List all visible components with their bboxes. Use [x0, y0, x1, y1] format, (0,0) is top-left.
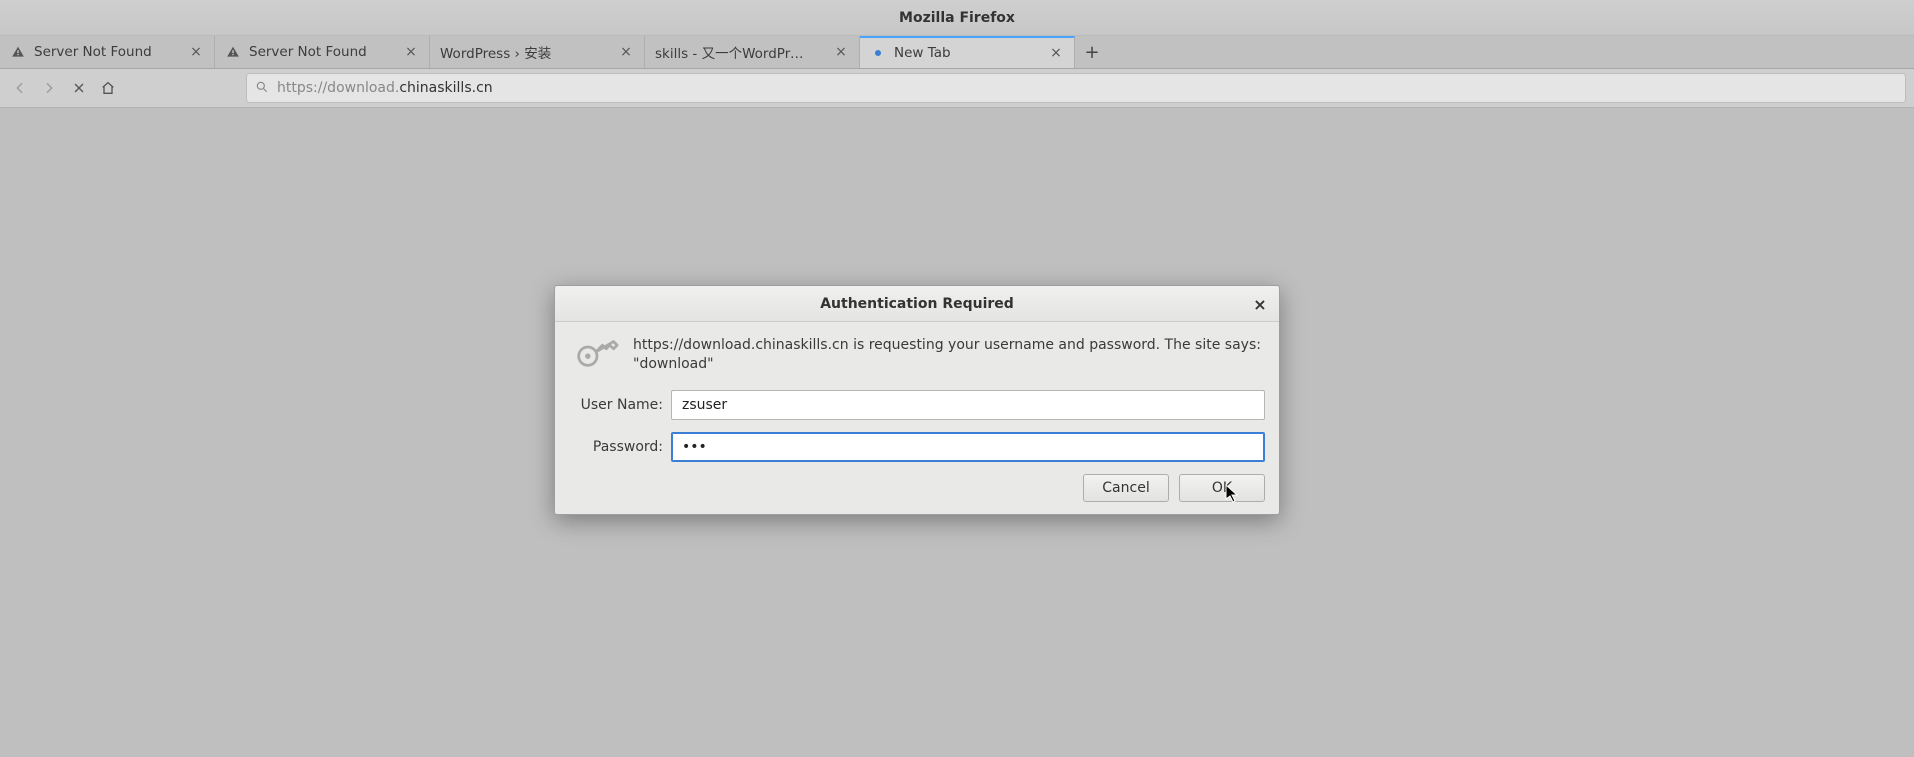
warning-icon: [10, 44, 26, 60]
window-title-bar: Mozilla Firefox: [0, 0, 1914, 36]
tab-label: Server Not Found: [249, 44, 367, 60]
url-bar[interactable]: https://download.chinaskills.cn: [246, 73, 1906, 103]
tab-wordpress-install[interactable]: WordPress › 安装 ×: [430, 36, 645, 68]
tab-label: WordPress › 安装: [440, 42, 551, 62]
url-text: https://download.chinaskills.cn: [277, 80, 493, 96]
ok-button[interactable]: OK: [1179, 474, 1265, 502]
back-button[interactable]: [8, 74, 32, 102]
dialog-title-bar: Authentication Required ×: [555, 286, 1279, 322]
password-label: Password:: [569, 439, 663, 455]
stop-button[interactable]: [67, 74, 91, 102]
loading-icon: [870, 45, 886, 61]
tab-skills-wordpress[interactable]: skills - 又一个WordPress站 ×: [645, 36, 860, 68]
tab-label: Server Not Found: [34, 44, 152, 60]
username-input[interactable]: [671, 390, 1265, 420]
tab-new-tab[interactable]: New Tab ×: [860, 36, 1075, 68]
close-icon[interactable]: ×: [833, 44, 849, 60]
auth-dialog: Authentication Required × https://downlo…: [554, 285, 1280, 515]
nav-toolbar: https://download.chinaskills.cn: [0, 69, 1914, 108]
close-icon[interactable]: ×: [403, 44, 419, 60]
tab-label: skills - 又一个WordPress站: [655, 42, 810, 62]
window-title: Mozilla Firefox: [899, 10, 1015, 26]
close-icon[interactable]: ×: [1048, 45, 1064, 61]
dialog-title: Authentication Required: [820, 296, 1014, 312]
tab-server-not-found-2[interactable]: Server Not Found ×: [215, 36, 430, 68]
close-icon[interactable]: ×: [1251, 295, 1269, 313]
username-label: User Name:: [569, 397, 663, 413]
tab-server-not-found-1[interactable]: Server Not Found ×: [0, 36, 215, 68]
tab-strip: Server Not Found × Server Not Found × Wo…: [0, 36, 1914, 69]
cancel-button[interactable]: Cancel: [1083, 474, 1169, 502]
search-icon: [255, 79, 269, 98]
warning-icon: [225, 44, 241, 60]
close-icon[interactable]: ×: [188, 44, 204, 60]
home-button[interactable]: [97, 74, 121, 102]
password-input[interactable]: [671, 432, 1265, 462]
key-icon: [575, 336, 619, 372]
dialog-message: https://download.chinaskills.cn is reque…: [633, 336, 1265, 374]
close-icon[interactable]: ×: [618, 44, 634, 60]
forward-button[interactable]: [38, 74, 62, 102]
tab-label: New Tab: [894, 45, 951, 61]
new-tab-button[interactable]: +: [1075, 36, 1109, 68]
